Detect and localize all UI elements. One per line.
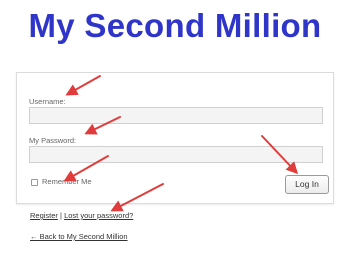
log-in-button[interactable]: Log In	[285, 175, 329, 194]
auth-links: Register | Lost your password?	[30, 211, 133, 220]
remember-me-checkbox[interactable]	[31, 179, 38, 186]
login-page: My Second Million Username: My Password:…	[0, 0, 350, 279]
remember-me-label: Remember Me	[42, 177, 92, 186]
username-input[interactable]	[29, 107, 323, 124]
lost-password-link[interactable]: Lost your password?	[64, 211, 133, 220]
username-label: Username:	[29, 97, 66, 106]
back-to-site-link[interactable]: ← Back to My Second Million	[30, 232, 128, 241]
site-title: My Second Million	[28, 7, 322, 44]
link-separator: |	[60, 211, 62, 220]
login-form: Username: My Password: Remember Me Log I…	[16, 72, 334, 204]
password-label: My Password:	[29, 136, 77, 145]
register-link[interactable]: Register	[30, 211, 58, 220]
password-input[interactable]	[29, 146, 323, 163]
